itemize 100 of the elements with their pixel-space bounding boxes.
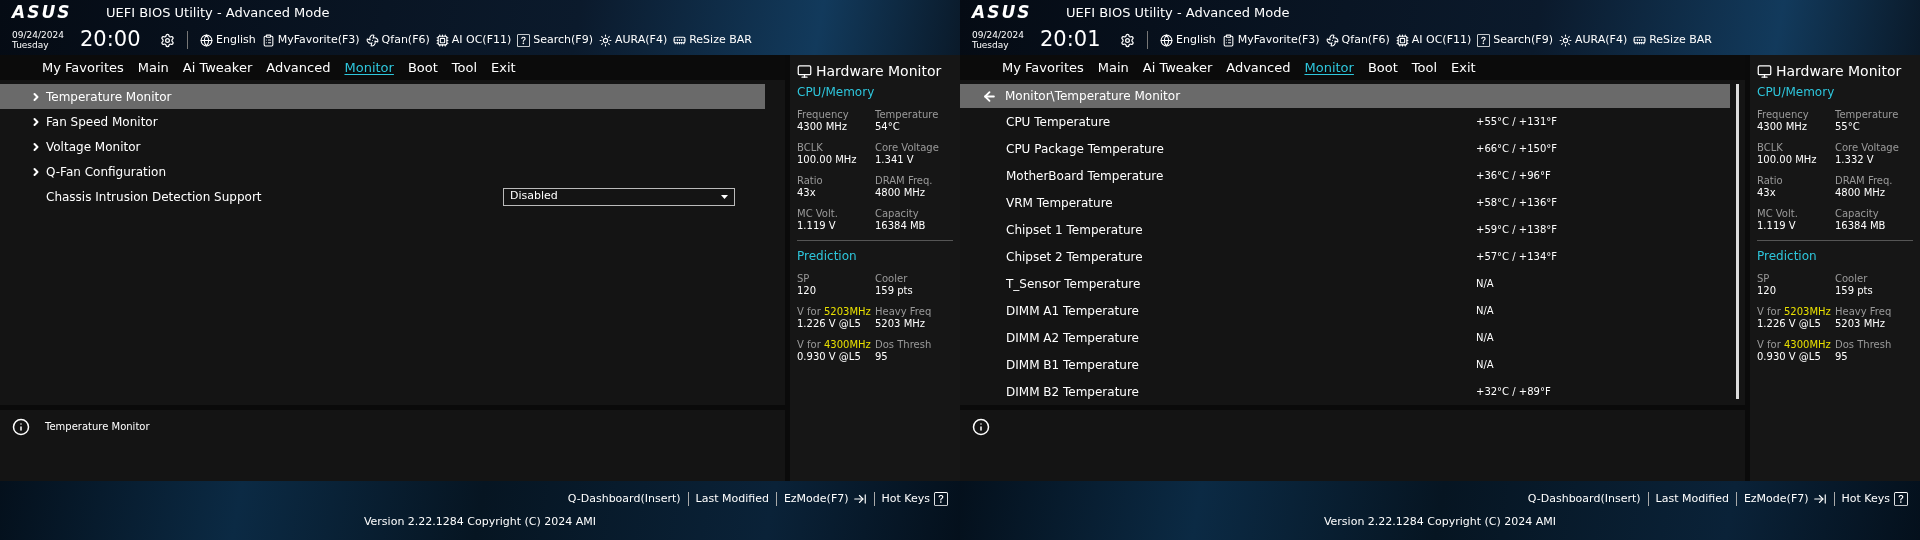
fan-icon	[365, 33, 379, 47]
settings-button[interactable]	[1120, 32, 1135, 48]
chip-icon	[435, 33, 449, 47]
toolbar-button[interactable]: AURA(F4)	[1559, 31, 1628, 49]
hotkey-button[interactable]: EzMode(F7)	[1743, 491, 1827, 508]
version-text: Version 2.22.1284 Copyright (C) 2024 AMI	[363, 513, 597, 530]
metric-value: 1.226 V @L5	[1757, 318, 1822, 330]
metric-value: 1.332 V	[1835, 154, 1875, 166]
toolbar-button[interactable]: English	[200, 31, 256, 49]
toolbar-button[interactable]: AURA(F4)	[599, 31, 668, 49]
breadcrumb-bar[interactable]: Monitor\Temperature Monitor	[960, 84, 1730, 108]
toolbar-button[interactable]: English	[1160, 31, 1216, 49]
sensor-value: +57°C / +134°F	[1476, 250, 1558, 264]
metric-value: 4800 MHz	[1835, 187, 1887, 199]
toolbar-button[interactable]: ReSize BAR	[1633, 31, 1712, 49]
breadcrumb-text: Monitor\Temperature Monitor	[1005, 88, 1181, 105]
toolbar-button[interactable]: MyFavorite(F3)	[261, 31, 360, 49]
hotkey-button[interactable]: EzMode(F7)	[783, 491, 867, 508]
toolbar-button[interactable]: MyFavorite(F3)	[1221, 31, 1320, 49]
toolbar-button[interactable]: Qfan(F6)	[1325, 31, 1390, 49]
settings-icon	[1120, 32, 1135, 48]
dropdown-field[interactable]: Disabled	[503, 187, 735, 206]
help-text: Temperature Monitor	[45, 420, 150, 434]
metric-label: Frequency	[797, 109, 850, 121]
hotkey-button[interactable]: Q-Dashboard(Insert)	[1527, 491, 1641, 508]
nav-tab[interactable]: Ai Tweaker	[1142, 57, 1213, 78]
nav-tab[interactable]: Monitor	[344, 57, 394, 78]
metric-label: Core Voltage	[875, 142, 940, 154]
metric-label: BCLK	[797, 142, 824, 154]
nav-tab[interactable]: Tool	[451, 57, 478, 78]
monitor-icon	[1757, 63, 1772, 79]
menu-item[interactable]: Q-Fan Configuration	[0, 159, 765, 184]
sensor-value: +36°C / +96°F	[1476, 169, 1551, 183]
toolbar-button[interactable]: Search(F9)	[1477, 31, 1553, 49]
sensor-label: T_Sensor Temperature	[1006, 275, 1142, 293]
metric-label: Core Voltage	[1835, 142, 1900, 154]
panel-title: Hardware Monitor	[1776, 61, 1902, 81]
metric-label: Capacity	[1835, 208, 1880, 220]
metric-value: 95	[875, 351, 889, 363]
nav-tab[interactable]: Boot	[407, 57, 438, 78]
metric-value: 1.226 V @L5	[797, 318, 862, 330]
sun-icon	[599, 33, 612, 47]
sun-icon	[1559, 33, 1572, 47]
hotkey-button[interactable]: Hot Keys	[1841, 491, 1908, 508]
nav-tab[interactable]: Ai Tweaker	[182, 57, 253, 78]
menu-item[interactable]: Fan Speed Monitor	[0, 109, 765, 134]
sensor-value: +58°C / +136°F	[1476, 196, 1558, 210]
section-title: CPU/Memory	[1757, 84, 1836, 101]
chip-icon	[1395, 33, 1409, 47]
sensor-label: Chipset 2 Temperature	[1006, 248, 1144, 266]
nav-tab[interactable]: Monitor	[1304, 57, 1354, 78]
nav-tab[interactable]: Main	[1097, 57, 1129, 78]
toolbar-button[interactable]: ReSize BAR	[673, 31, 752, 49]
hotkey-button[interactable]: Last Modified	[1655, 491, 1729, 508]
metric-value: 100.00 MHz	[797, 154, 858, 166]
metric-label: SP	[797, 273, 811, 285]
metric-label: V for 5203MHz	[1757, 306, 1832, 318]
metric-value: 5203 MHz	[875, 318, 927, 330]
nav-tab[interactable]: Exit	[491, 57, 516, 78]
metric-value: 159 pts	[875, 285, 914, 297]
metric-value: 1.341 V	[875, 154, 915, 166]
sensor-label: DIMM A2 Temperature	[1006, 329, 1140, 347]
hotkey-button[interactable]: Q-Dashboard(Insert)	[567, 491, 681, 508]
metric-value: 16384 MB	[875, 220, 927, 232]
nav-tab[interactable]: Boot	[1367, 57, 1398, 78]
nav-tab[interactable]: My Favorites	[42, 57, 124, 78]
info-icon	[972, 418, 990, 436]
item-label: Chassis Intrusion Detection Support	[46, 188, 263, 206]
nav-tab[interactable]: Advanced	[1226, 57, 1291, 78]
toolbar-button[interactable]: AI OC(F11)	[435, 31, 512, 49]
nav-tab[interactable]: Advanced	[266, 57, 331, 78]
nav-tab[interactable]: My Favorites	[1002, 57, 1084, 78]
metric-label: Heavy Freq	[1835, 306, 1893, 318]
window-title: UEFI BIOS Utility - Advanced Mode	[1066, 4, 1290, 23]
metric-label: MC Volt.	[1757, 208, 1799, 220]
metric-value: 120	[797, 285, 818, 297]
toolbar-button[interactable]: Qfan(F6)	[365, 31, 430, 49]
sensor-value: N/A	[1476, 331, 1494, 345]
caret-icon	[721, 194, 728, 199]
nav-tab[interactable]: Main	[137, 57, 169, 78]
question-icon	[934, 492, 948, 507]
menu-item[interactable]: Temperature Monitor	[0, 84, 765, 109]
metric-value: 54°C	[875, 121, 901, 133]
date-text: 09/24/2024	[972, 30, 1025, 40]
hotkey-button[interactable]: Hot Keys	[881, 491, 948, 508]
menu-item[interactable]: Chassis Intrusion Detection Support Disabled	[0, 184, 765, 209]
nav-tab[interactable]: Tool	[1411, 57, 1438, 78]
metric-label: DRAM Freq.	[875, 175, 934, 187]
question-icon	[517, 33, 531, 47]
settings-button[interactable]	[160, 32, 175, 48]
sensor-value: N/A	[1476, 358, 1494, 372]
nav-tab[interactable]: Exit	[1451, 57, 1476, 78]
menu-item[interactable]: Voltage Monitor	[0, 134, 765, 159]
metric-label: Heavy Freq	[875, 306, 933, 318]
metric-label: Ratio	[797, 175, 824, 187]
day-text: Tuesday	[972, 40, 1010, 50]
toolbar-button[interactable]: AI OC(F11)	[1395, 31, 1472, 49]
hotkey-button[interactable]: Last Modified	[695, 491, 769, 508]
toolbar-button[interactable]: Search(F9)	[517, 31, 593, 49]
section-title: Prediction	[1757, 248, 1818, 265]
